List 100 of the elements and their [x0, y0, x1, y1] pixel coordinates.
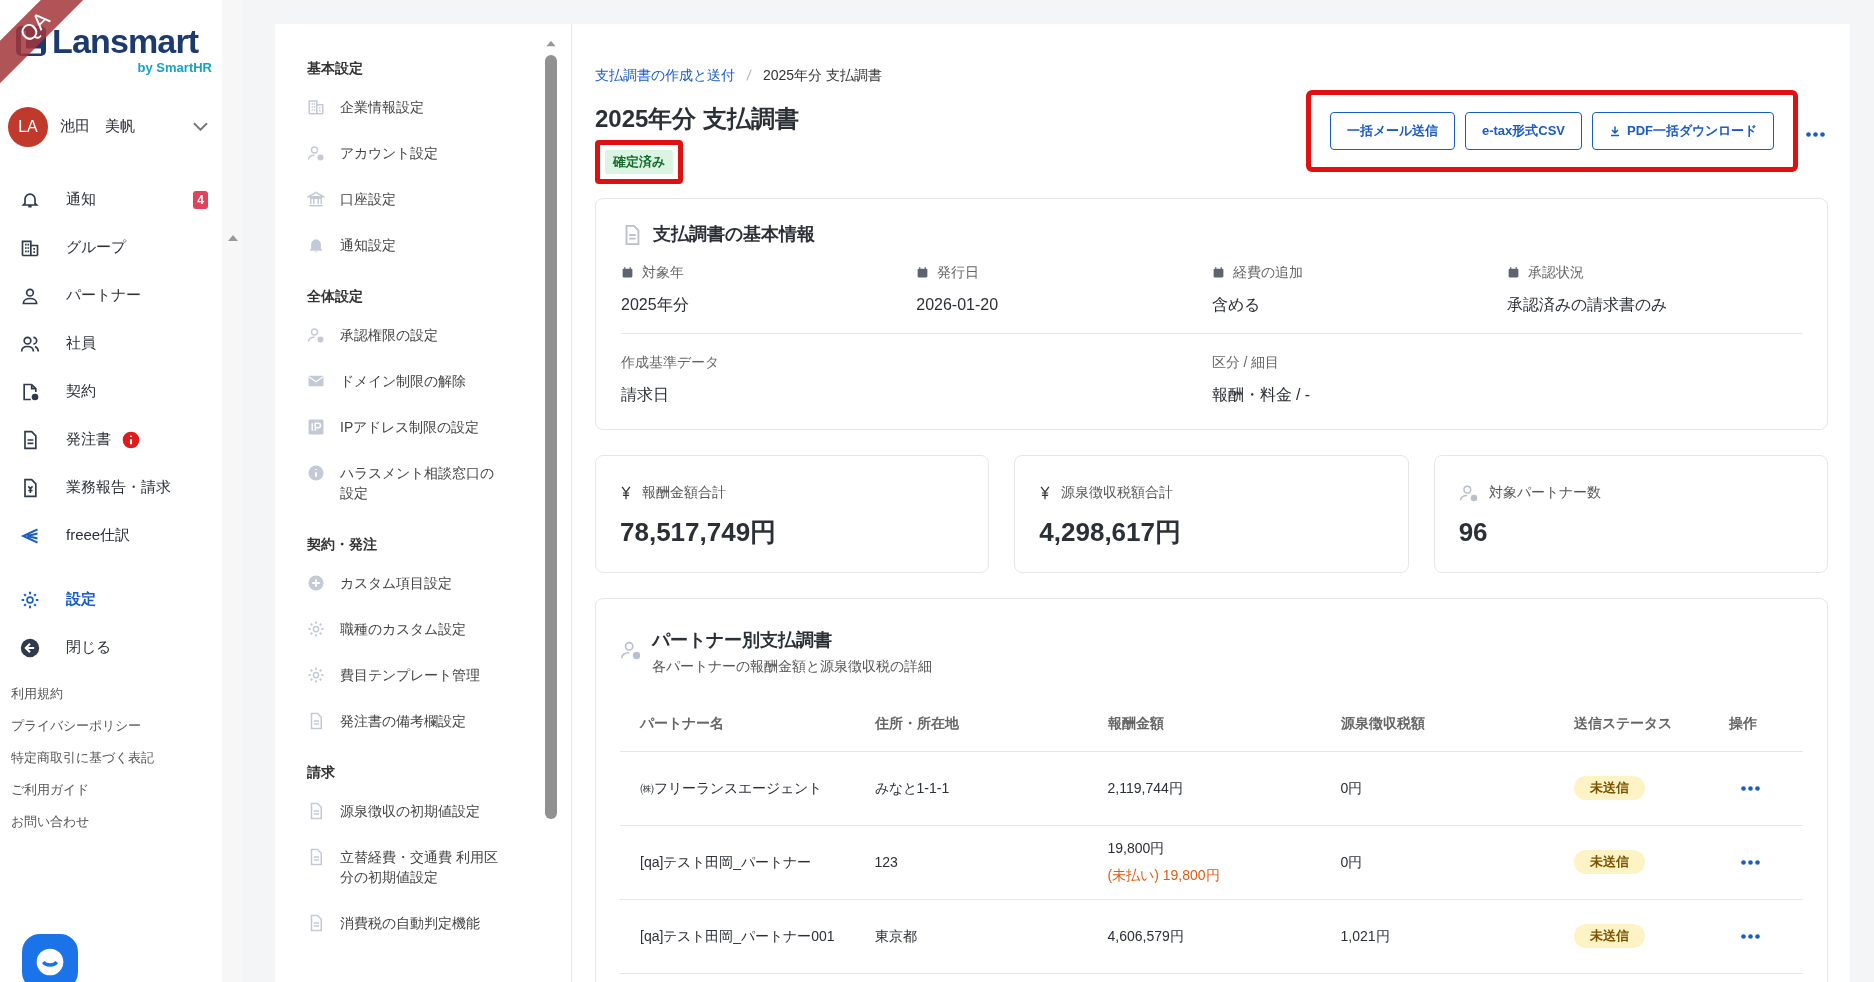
footer-link[interactable]: 利用規約	[11, 677, 222, 710]
table-cell: [qa]テスト田岡_パートナー001	[620, 899, 855, 973]
brand-name: Lansmart	[52, 24, 199, 58]
table-cell: 0円	[1320, 825, 1554, 899]
settings-menu-item[interactable]: ハラスメント相談窓口の設定	[307, 450, 543, 516]
field-label: 作成基準データ	[621, 353, 720, 372]
settings-menu-item[interactable]: 立替経費・交通費 利用区分の初期値設定	[307, 834, 543, 900]
status-badge: 確定済み	[605, 150, 673, 174]
settings-icon	[20, 589, 40, 610]
ip-icon	[307, 418, 325, 436]
building-icon	[307, 98, 325, 116]
footer-link[interactable]: プライバシーポリシー	[11, 709, 222, 742]
settings-menu-item[interactable]: 職種のカスタム設定	[307, 606, 543, 652]
person-check-icon	[307, 326, 325, 344]
field-value: 2026-01-20	[916, 295, 1000, 315]
info-icon	[307, 464, 325, 482]
stat-value: 78,517,749円	[620, 516, 778, 549]
slash-separator-icon	[745, 68, 753, 82]
settings-menu-item[interactable]: 費目テンプレート管理	[307, 652, 543, 698]
nav-item[interactable]: 社員	[0, 319, 222, 368]
section-heading: 請求	[307, 762, 336, 782]
action-button[interactable]: e-tax形式CSV	[1464, 112, 1582, 150]
footer-link[interactable]: お問い合わせ	[11, 805, 222, 838]
stat-label: 対象パートナー数	[1488, 483, 1601, 502]
more-icon	[1805, 131, 1825, 137]
settings-menu-item[interactable]: 消費税の自動判定機能	[307, 900, 543, 946]
settings-menu-item[interactable]: 発注書の備考欄設定	[307, 698, 543, 744]
field-value: 報酬・料金 / -	[1211, 385, 1312, 405]
column-header: 報酬金額	[1087, 697, 1321, 751]
table-cell: [qa]テスト田岡_パートナー	[620, 825, 855, 899]
scrollbar-thumb[interactable]	[545, 55, 557, 819]
status-badge: 未送信	[1573, 924, 1645, 948]
stat-value: 4,298,617円	[1039, 516, 1182, 549]
settings-menu-item[interactable]: カスタム項目設定	[307, 560, 543, 606]
table-cell: みなと1-1-1	[854, 751, 1088, 825]
user-name: 池田 美帆	[60, 116, 136, 137]
chevron-down-icon	[193, 122, 208, 131]
table-cell: ㈱フリーランスエージェント	[620, 751, 855, 825]
nav-item[interactable]: グループ	[0, 223, 222, 272]
field-value: 含める	[1211, 295, 1261, 315]
field-label: 発行日	[937, 263, 980, 282]
settings-menu-item[interactable]: 企業情報設定	[307, 84, 543, 130]
action-button[interactable]: PDF一括ダウンロード	[1592, 112, 1774, 150]
column-header: パートナー名	[620, 697, 855, 751]
settings-menu-item[interactable]: ドメイン制限の解除	[307, 358, 543, 404]
field-value: 請求日	[621, 385, 670, 405]
footer-link[interactable]: ご利用ガイド	[11, 773, 222, 806]
section-heading: 全体設定	[307, 286, 364, 306]
stat-label: 源泉徴収税額合計	[1061, 483, 1174, 502]
more-icon	[1741, 859, 1760, 865]
chat-button[interactable]	[22, 934, 78, 982]
stat-value: 96	[1458, 516, 1489, 549]
settings-menu-item[interactable]: アカウント設定	[307, 130, 543, 176]
column-header: 源泉徴収税額	[1320, 697, 1554, 751]
page-title: 2025年分 支払調書	[595, 104, 800, 134]
nav-item[interactable]: 契約	[0, 367, 222, 416]
card-title: 支払調書の基本情報	[653, 223, 815, 246]
yen-icon	[620, 485, 632, 500]
chat-icon	[34, 946, 66, 978]
plus-circle-icon	[307, 574, 325, 592]
breadcrumb-link[interactable]: 支払調書の作成と送付	[595, 64, 735, 86]
calendar-icon	[1506, 266, 1520, 279]
more-icon	[1741, 785, 1760, 791]
settings-menu-item[interactable]: 口座設定	[307, 176, 543, 222]
settings-menu-item[interactable]: 源泉徴収の初期値設定	[307, 788, 543, 834]
nav-item[interactable]: freee仕訳	[0, 511, 222, 560]
table-cell: 0円	[1320, 751, 1554, 825]
card-subtitle: 各パートナーの報酬金額と源泉徴収税の詳細	[652, 657, 932, 676]
table-cell: 東京都	[854, 899, 1088, 973]
table-cell-text: 4,606,579円	[1107, 926, 1185, 946]
user-menu[interactable]: LA 池田 美帆	[8, 105, 214, 148]
bell-icon	[307, 236, 325, 254]
column-header: 操作	[1708, 697, 1803, 751]
settings-menu-item[interactable]: 通知設定	[307, 222, 543, 268]
calendar-icon	[1211, 266, 1225, 279]
field-label: 区分 / 細目	[1211, 353, 1281, 372]
nav-item[interactable]: 設定	[0, 575, 222, 624]
table-cell: 1,021円	[1320, 899, 1554, 973]
nav-item[interactable]: 閉じる	[0, 623, 222, 672]
nav-item[interactable]: 発注書	[0, 415, 222, 464]
table-cell-text: 19,800円	[1107, 839, 1166, 858]
calendar-icon	[621, 266, 634, 279]
nav-item[interactable]: 業務報告・請求	[0, 463, 222, 512]
yen-icon	[1039, 485, 1052, 500]
table-cell: 123	[854, 825, 1088, 899]
field-value: 承認済みの請求書のみ	[1506, 295, 1668, 315]
back-icon	[20, 637, 40, 658]
column-header: 送信ステータス	[1553, 697, 1709, 751]
user-avatar: LA	[8, 106, 48, 147]
settings-menu-item[interactable]: 承認権限の設定	[307, 312, 543, 358]
footer-link[interactable]: 特定商取引に基づく表記	[11, 741, 222, 774]
person-icon	[620, 639, 642, 661]
section-heading: 基本設定	[307, 58, 364, 78]
status-badge: 未送信	[1573, 850, 1645, 874]
nav-item[interactable]: パートナー	[0, 271, 222, 320]
settings-menu-item[interactable]: IPアドレス制限の設定	[307, 404, 543, 450]
brand-tagline: by SmartHR	[137, 59, 212, 77]
action-button[interactable]: 一括メール送信	[1329, 112, 1455, 150]
nav-item[interactable]: 通知 4	[0, 175, 222, 224]
card-title: パートナー別支払調書	[652, 629, 833, 652]
